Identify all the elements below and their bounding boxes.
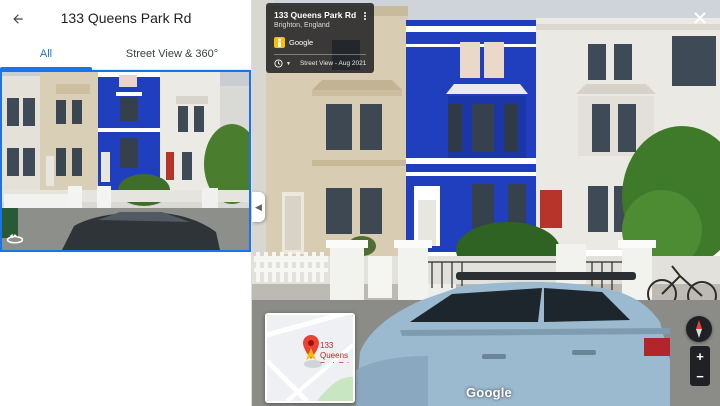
street-view-info-card: 133 Queens Park Rd Brighton, England Goo…: [266, 3, 374, 73]
minimap-place-label: 133 Queens Park Rd Brighton: [320, 341, 349, 363]
close-icon: [694, 12, 706, 24]
panel-header: 133 Queens Park Rd: [0, 0, 252, 38]
street-view-address: 133 Queens Park Rd: [274, 10, 357, 20]
tab-all[interactable]: All: [0, 38, 92, 70]
panel-title: 133 Queens Park Rd: [60, 10, 192, 26]
imagery-date-button[interactable]: ▼ Street View - Aug 2021: [274, 59, 366, 68]
photo-tabs: All Street View & 360°: [0, 38, 252, 70]
minus-icon: −: [696, 368, 704, 384]
more-vert-icon[interactable]: [362, 11, 368, 25]
info-divider: [274, 54, 366, 55]
dropdown-arrow-icon: ▼: [286, 60, 291, 67]
360-icon: [6, 233, 24, 244]
zoom-controls: + −: [690, 346, 710, 386]
tab-street-view-360[interactable]: Street View & 360°: [92, 38, 252, 69]
street-view-thumbnail[interactable]: [0, 70, 251, 252]
pegman-icon: [274, 37, 285, 48]
google-watermark: Google: [466, 385, 512, 400]
minimap[interactable]: 133 Queens Park Rd Brighton: [265, 313, 355, 403]
clock-icon: [274, 59, 283, 68]
imagery-date: Street View - Aug 2021: [299, 60, 367, 67]
zoom-out-button[interactable]: −: [690, 366, 710, 386]
provider-name: Google: [289, 38, 314, 47]
photos-panel: 133 Queens Park Rd All Street View & 360…: [0, 0, 252, 406]
street-view-locality: Brighton, England: [274, 22, 330, 29]
chevron-left-icon: ◀: [255, 201, 262, 212]
collapse-panel-button[interactable]: ◀: [252, 192, 265, 222]
close-button[interactable]: [690, 8, 710, 28]
compass-icon: [696, 320, 702, 338]
zoom-in-button[interactable]: +: [690, 346, 710, 366]
app-root: 133 Queens Park Rd All Street View & 360…: [0, 0, 720, 406]
provider-row: Google: [274, 37, 313, 48]
plus-icon: +: [696, 348, 704, 364]
view-direction-icon: [306, 348, 316, 360]
compass-button[interactable]: [686, 316, 712, 342]
